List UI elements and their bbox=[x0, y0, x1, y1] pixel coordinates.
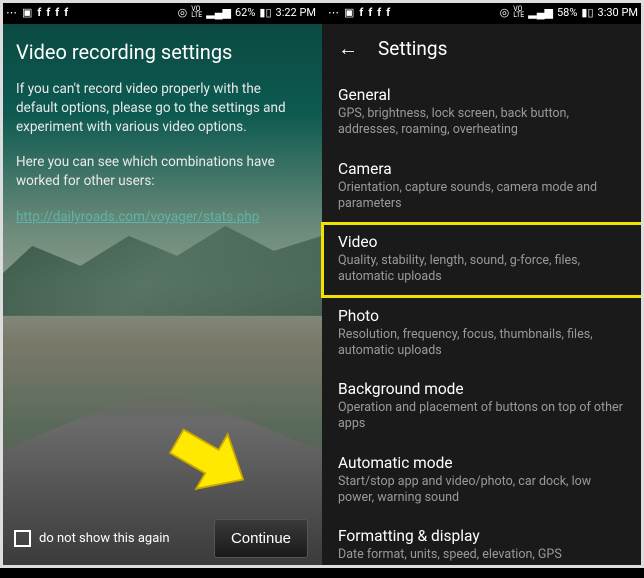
continue-button[interactable]: Continue bbox=[214, 519, 308, 558]
signal-icon: ▂▄▆ bbox=[528, 6, 553, 19]
setting-title: Video bbox=[338, 233, 628, 251]
status-right-icons: ◎ VOLTE ▂▄▆ 62% ▮▯ 3:22 PM bbox=[178, 6, 316, 19]
setting-automatic-mode[interactable]: Automatic mode Start/stop app and video/… bbox=[322, 444, 644, 518]
target-icon: ◎ bbox=[500, 6, 510, 19]
dialog-title: Video recording settings bbox=[16, 40, 306, 64]
facebook-icon: f bbox=[386, 6, 390, 19]
facebook-icon: f bbox=[359, 6, 363, 19]
setting-photo[interactable]: Photo Resolution, frequency, focus, thum… bbox=[322, 297, 644, 371]
app-dots-icon: ⋯ bbox=[328, 6, 339, 19]
appbar: ← Settings bbox=[322, 24, 644, 72]
status-left-icons: ⋯ ▣ f f f f bbox=[6, 6, 68, 19]
status-bar-left: ⋯ ▣ f f f f ◎ VOLTE ▂▄▆ 62% ▮▯ 3:22 PM bbox=[0, 0, 322, 24]
settings-list: General GPS, brightness, lock screen, ba… bbox=[322, 72, 644, 578]
setting-video[interactable]: Video Quality, stability, length, sound,… bbox=[322, 223, 644, 297]
do-not-show-row[interactable]: do not show this again bbox=[14, 530, 170, 547]
setting-sub: Date format, units, speed, elevation, GP… bbox=[338, 547, 628, 563]
setting-title: Camera bbox=[338, 160, 628, 178]
setting-title: Formatting & display bbox=[338, 527, 628, 545]
app-square-icon: ▣ bbox=[344, 6, 354, 19]
status-left-icons: ⋯ ▣ f f f f bbox=[328, 6, 390, 19]
facebook-icon: f bbox=[64, 6, 68, 19]
battery-icon: ▮▯ bbox=[259, 6, 271, 19]
facebook-icon: f bbox=[37, 6, 41, 19]
battery-pct: 58% bbox=[557, 6, 577, 19]
appbar-title: Settings bbox=[378, 37, 447, 60]
setting-title: Automatic mode bbox=[338, 454, 628, 472]
volte-icon: VOLTE bbox=[513, 6, 524, 19]
right-screenshot: ⋯ ▣ f f f f ◎ VOLTE ▂▄▆ 58% ▮▯ 3:30 PM ←… bbox=[322, 0, 644, 568]
signal-icon: ▂▄▆ bbox=[206, 6, 231, 19]
dialog-para2: Here you can see which combinations have… bbox=[16, 153, 306, 191]
dialog-content: Video recording settings If you can't re… bbox=[0, 24, 322, 241]
setting-sub: GPS, brightness, lock screen, back butto… bbox=[338, 106, 628, 139]
setting-sub: Resolution, frequency, focus, thumbnails… bbox=[338, 327, 628, 360]
battery-icon: ▮▯ bbox=[581, 6, 593, 19]
clock: 3:30 PM bbox=[598, 6, 638, 19]
app-dots-icon: ⋯ bbox=[6, 6, 17, 19]
left-screenshot: ⋯ ▣ f f f f ◎ VOLTE ▂▄▆ 62% ▮▯ 3:22 PM V… bbox=[0, 0, 322, 568]
setting-camera[interactable]: Camera Orientation, capture sounds, came… bbox=[322, 150, 644, 224]
setting-sub: Operation and placement of buttons on to… bbox=[338, 400, 628, 433]
status-right-icons: ◎ VOLTE ▂▄▆ 58% ▮▯ 3:30 PM bbox=[500, 6, 638, 19]
do-not-show-checkbox[interactable] bbox=[14, 530, 31, 547]
facebook-icon: f bbox=[46, 6, 50, 19]
setting-sub: Orientation, capture sounds, camera mode… bbox=[338, 180, 628, 213]
setting-sub: Start/stop app and video/photo, car dock… bbox=[338, 474, 628, 507]
setting-title: Photo bbox=[338, 307, 628, 325]
stats-link[interactable]: http://dailyroads.com/voyager/stats.php bbox=[16, 209, 259, 225]
facebook-icon: f bbox=[55, 6, 59, 19]
volte-icon: VOLTE bbox=[191, 6, 202, 19]
setting-sub: Quality, stability, length, sound, g-for… bbox=[338, 253, 628, 286]
dialog-para1: If you can't record video properly with … bbox=[16, 80, 306, 137]
facebook-icon: f bbox=[368, 6, 372, 19]
setting-general[interactable]: General GPS, brightness, lock screen, ba… bbox=[322, 76, 644, 150]
facebook-icon: f bbox=[377, 6, 381, 19]
back-arrow-icon[interactable]: ← bbox=[338, 36, 358, 61]
setting-title: General bbox=[338, 86, 628, 104]
clock: 3:22 PM bbox=[276, 6, 316, 19]
setting-formatting-display[interactable]: Formatting & display Date format, units,… bbox=[322, 517, 644, 574]
do-not-show-label: do not show this again bbox=[39, 531, 170, 546]
app-square-icon: ▣ bbox=[22, 6, 32, 19]
status-bar-right: ⋯ ▣ f f f f ◎ VOLTE ▂▄▆ 58% ▮▯ 3:30 PM bbox=[322, 0, 644, 24]
setting-title: Background mode bbox=[338, 380, 628, 398]
setting-background-mode[interactable]: Background mode Operation and placement … bbox=[322, 370, 644, 444]
bottom-bar: do not show this again Continue bbox=[0, 508, 322, 568]
target-icon: ◎ bbox=[178, 6, 188, 19]
battery-pct: 62% bbox=[235, 6, 255, 19]
